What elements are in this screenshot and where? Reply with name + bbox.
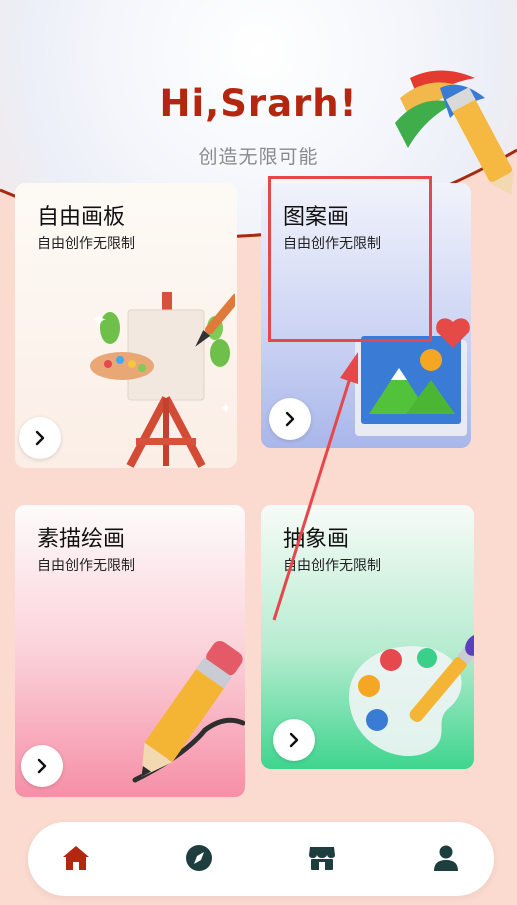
tab-profile[interactable] <box>428 840 464 876</box>
compass-icon <box>186 845 212 871</box>
palette-illustration <box>348 634 474 757</box>
pencil-illustration <box>132 640 245 783</box>
store-icon <box>309 847 335 870</box>
tab-home[interactable] <box>58 840 94 876</box>
annotation-highlight-box <box>268 176 432 342</box>
chevron-right-icon <box>35 430 45 446</box>
card-abstract-drawing[interactable]: 抽象画 自由创作无限制 <box>261 505 474 769</box>
home-icon <box>63 846 89 870</box>
card-open-button[interactable] <box>269 398 311 440</box>
card-subtitle: 自由创作无限制 <box>37 558 135 574</box>
card-open-button[interactable] <box>273 719 315 761</box>
card-sketch-drawing[interactable]: 素描绘画 自由创作无限制 <box>15 505 245 797</box>
card-title: 自由画板 <box>37 205 126 230</box>
easel-illustration: ✦ ✦ <box>90 292 235 468</box>
svg-text:✦: ✦ <box>220 401 232 417</box>
chevron-right-icon <box>289 732 299 748</box>
chevron-right-icon <box>37 758 47 774</box>
tab-discover[interactable] <box>181 840 217 876</box>
bottom-tab-bar <box>28 822 494 896</box>
chevron-right-icon <box>285 411 295 427</box>
card-open-button[interactable] <box>21 745 63 787</box>
tab-store[interactable] <box>304 840 340 876</box>
card-subtitle: 自由创作无限制 <box>37 236 135 252</box>
card-subtitle: 自由创作无限制 <box>283 558 381 574</box>
card-free-drawing[interactable]: 自由画板 自由创作无限制 ✦ ✦ <box>15 183 237 468</box>
user-icon <box>434 845 458 871</box>
card-title: 素描绘画 <box>37 527 126 552</box>
card-title: 抽象画 <box>283 527 350 552</box>
card-open-button[interactable] <box>19 417 61 459</box>
svg-text:✦: ✦ <box>92 310 107 331</box>
